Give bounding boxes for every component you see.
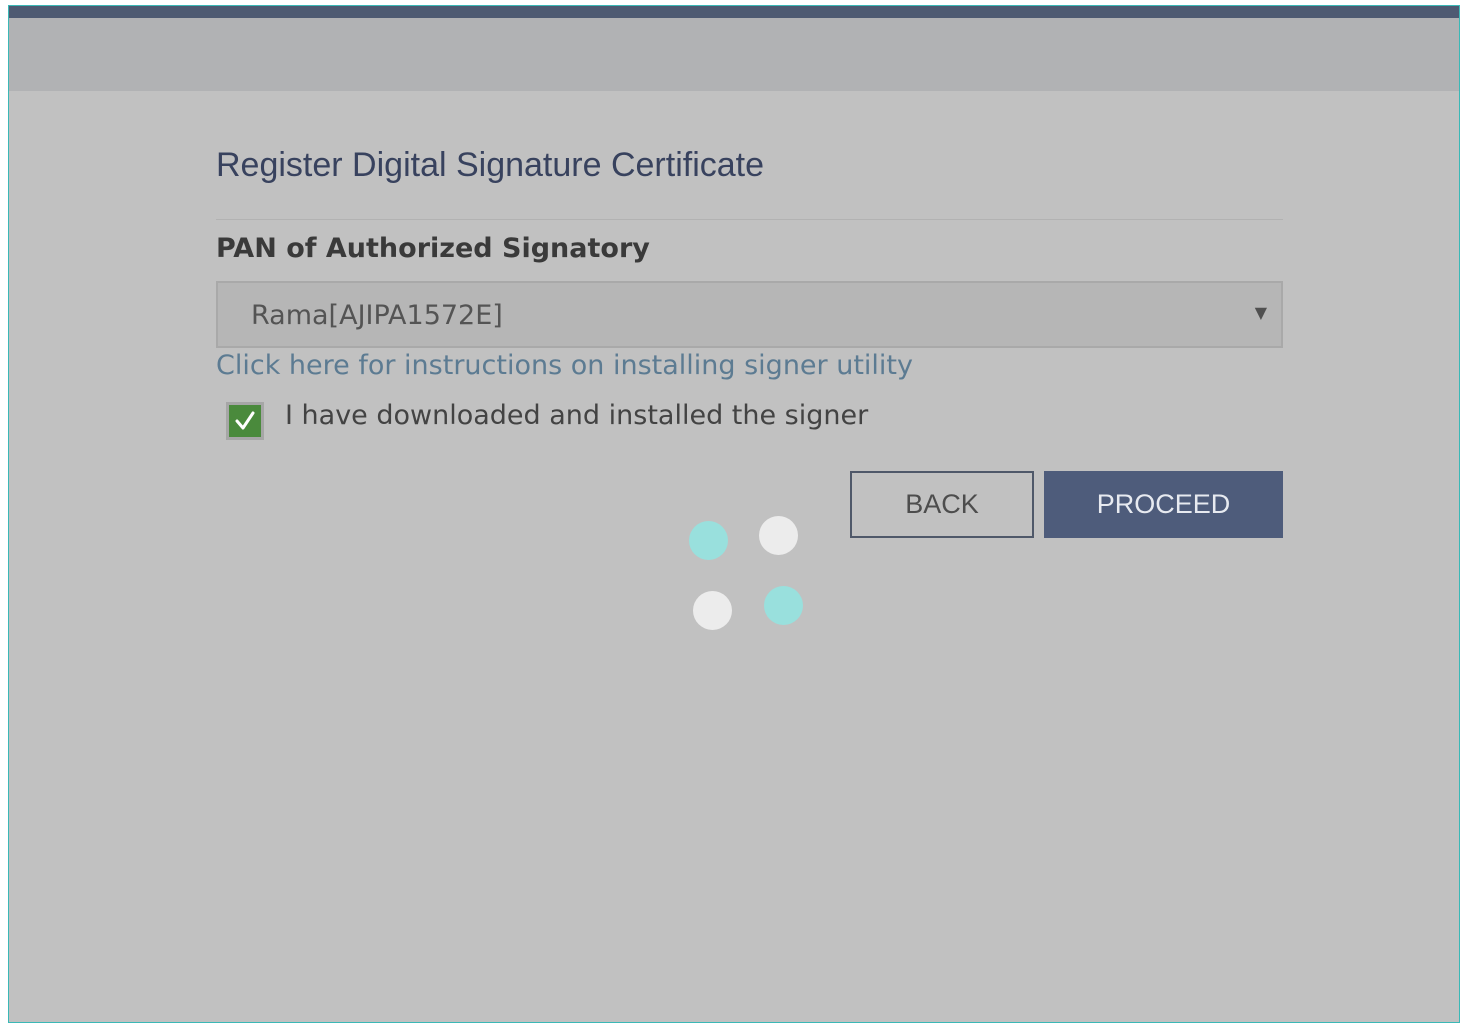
signer-installed-checkbox[interactable]	[226, 402, 264, 440]
spinner-dot	[689, 521, 728, 560]
loading-spinner-icon	[689, 512, 809, 632]
top-navigation-bar	[9, 6, 1459, 18]
header-band	[9, 18, 1459, 91]
back-button[interactable]: BACK	[850, 471, 1034, 538]
proceed-button[interactable]: PROCEED	[1044, 471, 1283, 538]
dropdown-arrow-icon: ▼	[1254, 303, 1267, 322]
pan-select-dropdown[interactable]: Rama[AJIPA1572E] ▼	[216, 281, 1283, 348]
spinner-dot	[764, 586, 803, 625]
signer-instructions-link[interactable]: Click here for instructions on installin…	[216, 350, 913, 381]
signer-installed-label[interactable]: I have downloaded and installed the sign…	[285, 400, 868, 431]
spinner-dot	[693, 591, 732, 630]
checkmark-icon	[235, 411, 255, 430]
page-title: Register Digital Signature Certificate	[216, 146, 765, 184]
spinner-dot	[759, 516, 798, 555]
app-window: Register Digital Signature Certificate P…	[8, 5, 1460, 1023]
title-divider	[216, 219, 1283, 220]
page-frame: Register Digital Signature Certificate P…	[0, 0, 1463, 1023]
pan-field-label: PAN of Authorized Signatory	[216, 233, 650, 264]
pan-select-value: Rama[AJIPA1572E]	[251, 300, 503, 331]
